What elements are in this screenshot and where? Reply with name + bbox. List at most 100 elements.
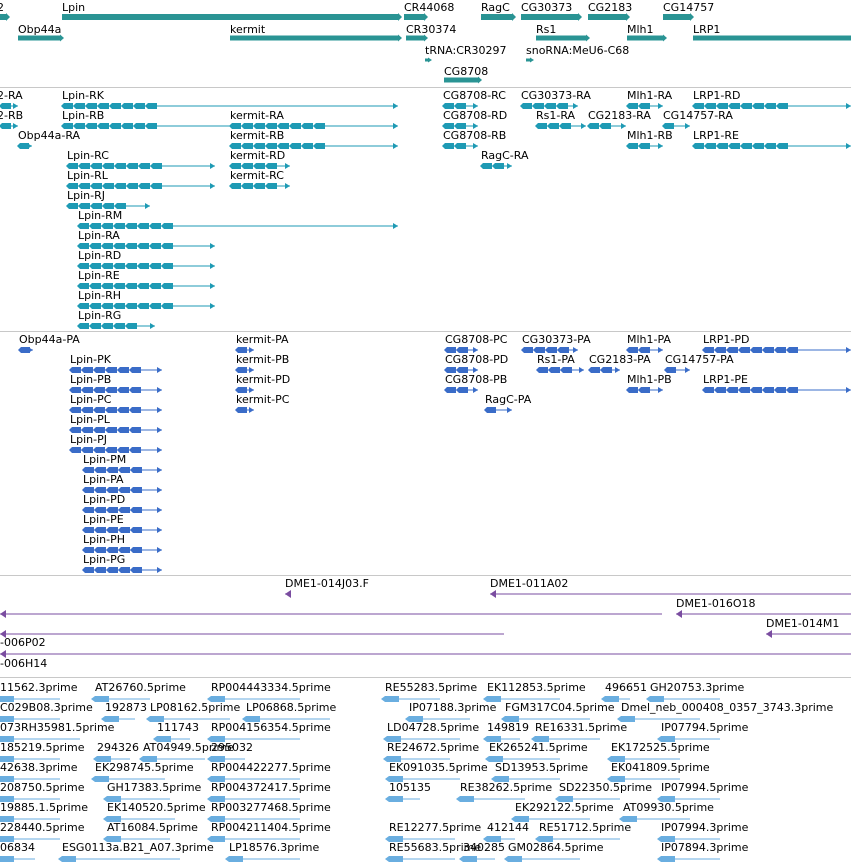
feature-label[interactable]: AT09930.5prime bbox=[623, 801, 714, 814]
feature-label[interactable]: DME1-016O18 bbox=[676, 597, 756, 610]
feature-label[interactable]: EK172525.5prime bbox=[611, 741, 710, 754]
feature-glyph[interactable] bbox=[229, 183, 290, 189]
feature-glyph[interactable] bbox=[481, 13, 516, 21]
feature-glyph[interactable] bbox=[425, 57, 432, 63]
feature-label[interactable]: CG14757-RA bbox=[663, 109, 733, 122]
feature-label[interactable]: CR30374 bbox=[406, 23, 456, 36]
feature-label[interactable]: RP003277468.5prime bbox=[211, 801, 331, 814]
feature-label[interactable]: 340285 bbox=[463, 841, 505, 854]
feature-label[interactable]: GM02864.5prime bbox=[508, 841, 604, 854]
feature-label[interactable]: EK292122.5prime bbox=[515, 801, 614, 814]
feature-glyph[interactable] bbox=[17, 143, 32, 149]
feature-label[interactable]: Lpin-RL bbox=[67, 169, 108, 182]
feature-label[interactable]: Lpin-PK bbox=[70, 353, 111, 366]
feature-label[interactable]: CG30373 bbox=[521, 1, 572, 14]
feature-label[interactable]: Lpin-RD bbox=[78, 249, 121, 262]
feature-label[interactable]: tRNA:CR30297 bbox=[425, 44, 507, 57]
feature-glyph[interactable] bbox=[385, 796, 420, 802]
feature-glyph[interactable] bbox=[77, 323, 155, 329]
feature-label[interactable]: Lpin-RA bbox=[78, 229, 120, 242]
feature-label[interactable]: Lpin-RM bbox=[78, 209, 122, 222]
feature-label[interactable]: 149819 bbox=[487, 721, 529, 734]
feature-glyph[interactable] bbox=[82, 567, 162, 573]
feature-label[interactable]: Lpin-PH bbox=[83, 533, 125, 546]
feature-glyph[interactable] bbox=[480, 163, 512, 169]
feature-label[interactable]: RE12277.5prime bbox=[389, 821, 481, 834]
feature-label[interactable]: C029B08.3prime bbox=[0, 701, 93, 714]
feature-label[interactable]: RP004422277.5prime bbox=[211, 761, 331, 774]
feature-glyph[interactable] bbox=[663, 13, 694, 21]
feature-label[interactable]: Obp44a bbox=[18, 23, 61, 36]
feature-label[interactable]: 208750.5prime bbox=[0, 781, 85, 794]
feature-label[interactable]: kermit-PB bbox=[236, 353, 289, 366]
feature-glyph[interactable] bbox=[588, 13, 630, 21]
feature-label[interactable]: EK091035.5prime bbox=[389, 761, 488, 774]
feature-label[interactable]: 228440.5prime bbox=[0, 821, 85, 834]
feature-label[interactable]: 105135 bbox=[389, 781, 431, 794]
feature-label[interactable]: Lpin bbox=[62, 1, 85, 14]
feature-label[interactable]: Mlh1 bbox=[627, 23, 654, 36]
feature-glyph[interactable] bbox=[626, 143, 663, 149]
feature-label[interactable]: Lpin-PG bbox=[83, 553, 125, 566]
feature-label[interactable]: RE38262.5prime bbox=[460, 781, 552, 794]
feature-label[interactable]: kermit-RD bbox=[230, 149, 285, 162]
feature-label[interactable]: SD13953.5prime bbox=[495, 761, 588, 774]
feature-label[interactable]: 294326 bbox=[97, 741, 139, 754]
feature-label[interactable]: EK041809.5prime bbox=[611, 761, 710, 774]
feature-label[interactable]: 412144 bbox=[487, 821, 529, 834]
feature-label[interactable]: DME1-014M1 bbox=[766, 617, 839, 630]
feature-label[interactable]: 073RH35981.5prime bbox=[0, 721, 114, 734]
feature-label[interactable]: kermit-RA bbox=[230, 109, 284, 122]
feature-glyph[interactable] bbox=[490, 590, 851, 598]
feature-label[interactable]: RP004156354.5prime bbox=[211, 721, 331, 734]
feature-glyph[interactable] bbox=[77, 223, 398, 229]
feature-label[interactable]: CG8708-PC bbox=[445, 333, 507, 346]
feature-label[interactable]: 1-006P02 bbox=[0, 636, 46, 649]
feature-label[interactable]: Rs1-PA bbox=[537, 353, 575, 366]
feature-label[interactable]: IP07994.5prime bbox=[661, 781, 748, 794]
feature-glyph[interactable] bbox=[404, 13, 428, 21]
feature-label[interactable]: Lpin-PB bbox=[70, 373, 111, 386]
feature-label[interactable]: LRP1-PE bbox=[703, 373, 748, 386]
feature-glyph[interactable] bbox=[536, 367, 584, 373]
feature-glyph[interactable] bbox=[521, 13, 582, 21]
feature-label[interactable]: Mlh1-PB bbox=[627, 373, 672, 386]
feature-label[interactable]: 42638.3prime bbox=[0, 761, 78, 774]
feature-label[interactable]: Rs1 bbox=[536, 23, 556, 36]
feature-label[interactable]: EK112853.5prime bbox=[487, 681, 586, 694]
feature-label[interactable]: GH17383.5prime bbox=[107, 781, 201, 794]
feature-glyph[interactable] bbox=[0, 610, 662, 618]
feature-glyph[interactable] bbox=[0, 123, 18, 129]
feature-label[interactable]: SD22350.5prime bbox=[559, 781, 652, 794]
feature-label[interactable]: Rs1-RA bbox=[536, 109, 575, 122]
feature-label[interactable]: CG2183-PA bbox=[589, 353, 651, 366]
feature-label[interactable]: AT16084.5prime bbox=[107, 821, 198, 834]
feature-label[interactable]: CG8708-RB bbox=[443, 129, 506, 142]
feature-label[interactable]: Mlh1-RB bbox=[627, 129, 673, 142]
feature-glyph[interactable] bbox=[0, 13, 10, 21]
feature-glyph[interactable] bbox=[0, 630, 504, 638]
feature-label[interactable]: 295032 bbox=[211, 741, 253, 754]
feature-label[interactable]: Lpin-PA bbox=[83, 473, 124, 486]
feature-glyph[interactable] bbox=[0, 650, 851, 658]
feature-label[interactable]: CR44068 bbox=[404, 1, 454, 14]
feature-label[interactable]: CG14757-PA bbox=[665, 353, 734, 366]
feature-label[interactable]: 185219.5prime bbox=[0, 741, 85, 754]
feature-label[interactable]: 496651 bbox=[605, 681, 647, 694]
feature-label[interactable]: CG2183-RA bbox=[588, 109, 651, 122]
feature-label[interactable]: LRP1 bbox=[693, 23, 720, 36]
feature-label[interactable]: Lpin-PC bbox=[70, 393, 111, 406]
feature-label[interactable]: RagC-RA bbox=[481, 149, 529, 162]
feature-glyph[interactable] bbox=[535, 123, 586, 129]
feature-label[interactable]: 1-006H14 bbox=[0, 657, 47, 670]
feature-label[interactable]: kermit-RB bbox=[230, 129, 284, 142]
feature-label[interactable]: LRP1-PD bbox=[703, 333, 749, 346]
feature-label[interactable]: 2 bbox=[0, 1, 4, 14]
feature-label[interactable]: AT26760.5prime bbox=[95, 681, 186, 694]
feature-label[interactable]: kermit-PD bbox=[236, 373, 290, 386]
feature-label[interactable]: IP07188.3prime bbox=[409, 701, 496, 714]
feature-label[interactable]: Mlh1-PA bbox=[627, 333, 671, 346]
feature-glyph[interactable] bbox=[62, 13, 402, 21]
feature-glyph[interactable] bbox=[692, 143, 851, 149]
feature-label[interactable]: EK265241.5prime bbox=[489, 741, 588, 754]
